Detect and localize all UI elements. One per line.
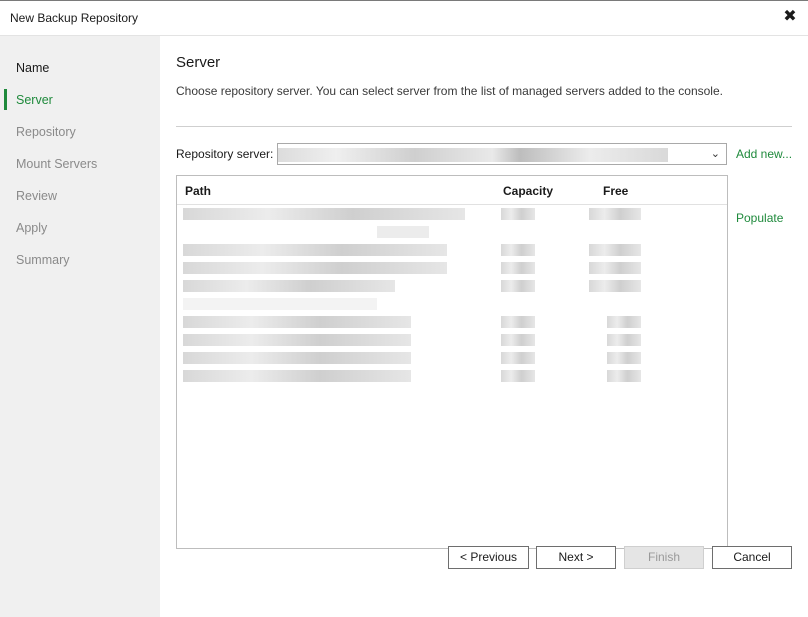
- step-repository: Repository: [16, 125, 76, 139]
- wizard-steps-sidebar: Name Server Repository Mount Servers Rev…: [0, 36, 160, 617]
- table-rows: [177, 206, 727, 386]
- redacted-capacity: [501, 370, 535, 382]
- chevron-down-icon[interactable]: ⌄: [711, 147, 720, 160]
- redacted-free: [589, 244, 641, 256]
- redacted-free: [607, 334, 641, 346]
- title-bar: New Backup Repository ✖: [0, 1, 808, 36]
- close-icon[interactable]: ✖: [780, 7, 800, 27]
- redacted-path: [183, 298, 377, 310]
- previous-button[interactable]: < Previous: [448, 546, 529, 569]
- step-mount-servers: Mount Servers: [16, 157, 98, 171]
- table-row[interactable]: [177, 332, 727, 348]
- redacted-path: [183, 208, 465, 220]
- repository-paths-table[interactable]: Path Capacity Free: [176, 175, 728, 549]
- dialog-window: New Backup Repository ✖ Name Server Repo…: [0, 0, 808, 617]
- populate-link[interactable]: Populate: [736, 211, 783, 225]
- redacted-path: [183, 316, 411, 328]
- redacted-path: [183, 262, 447, 274]
- redacted-free: [607, 316, 641, 328]
- finish-button: Finish: [624, 546, 704, 569]
- column-header-free[interactable]: Free: [603, 184, 628, 198]
- step-server[interactable]: Server: [16, 93, 53, 107]
- table-row[interactable]: [177, 350, 727, 366]
- active-step-indicator: [4, 89, 7, 110]
- redacted-path: [183, 280, 395, 292]
- redacted-path: [377, 226, 429, 238]
- next-button[interactable]: Next >: [536, 546, 616, 569]
- redacted-free: [607, 370, 641, 382]
- header-divider: [176, 126, 792, 127]
- main-content: Server Choose repository server. You can…: [160, 36, 808, 617]
- table-row[interactable]: [177, 242, 727, 258]
- add-new-server-link[interactable]: Add new...: [736, 147, 792, 161]
- table-row[interactable]: [177, 314, 727, 330]
- window-title: New Backup Repository: [10, 11, 139, 25]
- redacted-server-value: [278, 148, 668, 162]
- column-header-path[interactable]: Path: [185, 184, 211, 198]
- redacted-path: [183, 370, 411, 382]
- table-header: Path Capacity Free: [177, 176, 727, 205]
- table-row[interactable]: [177, 260, 727, 276]
- redacted-capacity: [501, 244, 535, 256]
- step-name[interactable]: Name: [16, 61, 49, 75]
- cancel-button[interactable]: Cancel: [712, 546, 792, 569]
- redacted-capacity: [501, 316, 535, 328]
- redacted-free: [589, 262, 641, 274]
- table-row[interactable]: [177, 296, 727, 312]
- redacted-capacity: [501, 208, 535, 220]
- step-review: Review: [16, 189, 57, 203]
- page-title: Server: [176, 54, 221, 71]
- redacted-path: [183, 352, 411, 364]
- redacted-free: [607, 352, 641, 364]
- table-row[interactable]: [177, 206, 727, 222]
- redacted-capacity: [501, 280, 535, 292]
- table-row[interactable]: [177, 278, 727, 294]
- step-apply: Apply: [16, 221, 48, 235]
- page-description: Choose repository server. You can select…: [176, 84, 723, 98]
- redacted-path: [183, 334, 411, 346]
- repository-server-label: Repository server:: [176, 147, 274, 161]
- redacted-path: [183, 244, 447, 256]
- table-row[interactable]: [177, 224, 727, 240]
- redacted-free: [589, 280, 641, 292]
- redacted-capacity: [501, 352, 535, 364]
- repository-server-dropdown[interactable]: ⌄: [277, 143, 727, 165]
- redacted-capacity: [501, 334, 535, 346]
- redacted-capacity: [501, 262, 535, 274]
- redacted-free: [589, 208, 641, 220]
- step-summary: Summary: [16, 253, 70, 267]
- table-row[interactable]: [177, 368, 727, 384]
- column-header-capacity[interactable]: Capacity: [503, 184, 553, 198]
